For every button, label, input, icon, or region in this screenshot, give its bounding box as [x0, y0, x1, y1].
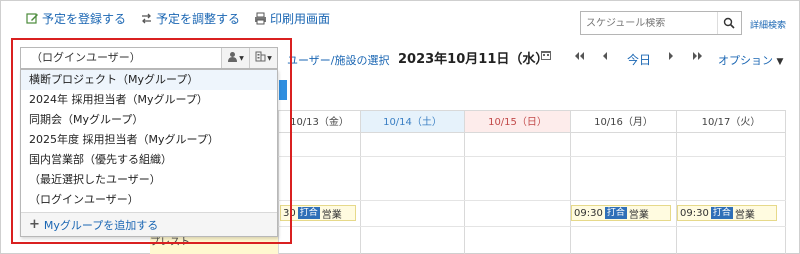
- schedule-event[interactable]: 09:30 打合 営業: [677, 205, 777, 221]
- register-schedule-label: 予定を登録する: [42, 12, 127, 26]
- adjust-schedule-label: 予定を調整する: [156, 12, 241, 26]
- prev-week-icon[interactable]: [574, 51, 585, 64]
- event-time: 09:30: [574, 207, 603, 219]
- event-time: 09:30: [680, 207, 709, 219]
- event-title: 営業: [321, 209, 342, 221]
- day-column: 10/14（土）: [360, 110, 464, 254]
- next-day-icon[interactable]: [668, 51, 674, 64]
- printer-icon: [254, 12, 267, 25]
- swap-arrows-icon: [140, 12, 153, 25]
- next-week-icon[interactable]: [692, 51, 703, 64]
- day-column: 10/17（火）: [676, 110, 786, 254]
- options-menu[interactable]: オプション ▼: [718, 52, 783, 68]
- prev-day-icon[interactable]: [602, 51, 608, 64]
- event-tag: 打合: [604, 207, 627, 219]
- search-icon[interactable]: [717, 12, 739, 34]
- event-title: 営業: [734, 209, 755, 221]
- register-schedule-link[interactable]: 予定を登録する: [26, 10, 126, 27]
- print-view-label: 印刷用画面: [270, 12, 331, 26]
- day-header[interactable]: 10/14（土）: [361, 110, 464, 133]
- day-column: 10/16（月）: [570, 110, 676, 254]
- calendar-icon[interactable]: [540, 49, 552, 64]
- advanced-search-link[interactable]: 詳細検索: [750, 18, 786, 31]
- highlight-outline: [11, 38, 292, 244]
- day-column: 10/15（日）: [464, 110, 570, 254]
- event-tag: 打合: [710, 207, 733, 219]
- day-header[interactable]: 10/15（日）: [465, 110, 570, 133]
- edit-icon: [26, 12, 39, 25]
- schedule-search: [580, 11, 742, 35]
- adjust-schedule-link[interactable]: 予定を調整する: [140, 10, 240, 27]
- options-label: オプション: [718, 54, 773, 67]
- schedule-search-input[interactable]: [581, 17, 717, 29]
- schedule-event[interactable]: 09:30 打合 営業: [571, 205, 671, 221]
- chevron-down-icon: ▼: [776, 57, 784, 67]
- toolbar: 予定を登録する 予定を調整する 印刷用画面: [26, 10, 330, 27]
- print-view-link[interactable]: 印刷用画面: [254, 10, 330, 27]
- day-header[interactable]: 10/17（火）: [677, 110, 785, 133]
- today-button[interactable]: 今日: [627, 51, 651, 68]
- user-facility-select-link[interactable]: ユーザー/施設の選択: [287, 52, 390, 68]
- day-header[interactable]: 10/16（月）: [571, 110, 676, 133]
- event-title: 営業: [628, 209, 649, 221]
- event-tag: 打合: [297, 207, 320, 219]
- current-date-title: 2023年10月11日（水）: [398, 52, 549, 67]
